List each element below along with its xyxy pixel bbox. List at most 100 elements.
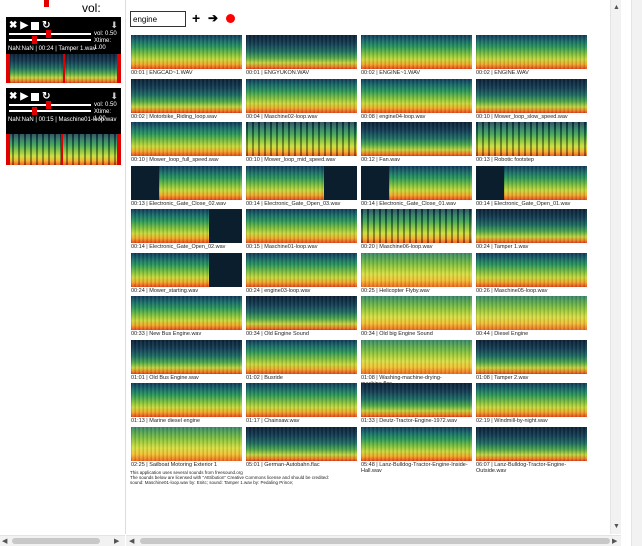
sound-tile[interactable]: 00:14 | Electronic_Gate_Open_03.wav [246,165,357,207]
sound-tile[interactable]: 00:33 | New Bus Engine.wav [131,296,242,337]
spectrogram-thumbnail[interactable] [476,252,587,287]
close-icon[interactable]: ✖ [9,21,17,31]
speed-track[interactable] [9,110,91,112]
spectrogram-thumbnail[interactable] [361,165,472,200]
sound-tile[interactable]: 00:14 | Electronic_Gate_Close_01.wav [361,165,472,207]
speed-track[interactable] [9,39,91,41]
spectrogram-thumbnail[interactable] [361,339,472,374]
download-icon[interactable]: ⬇ [110,20,118,31]
range-end-marker[interactable] [117,134,121,165]
sound-tile[interactable]: 00:10 | Mower_loop_full_speed.wav [131,122,242,163]
scrollbar-thumb[interactable] [12,538,100,544]
playhead[interactable] [61,134,63,165]
volume-knob[interactable] [46,101,51,109]
sound-tile[interactable]: 00:26 | Maschine05-loop.wav [476,252,587,294]
sound-tile[interactable]: 00:13 | Electronic_Gate_Close_02.wav [131,165,242,207]
sound-tile[interactable]: 00:01 | ENGCAD~1.WAV [131,35,242,76]
spectrogram-thumbnail[interactable] [361,78,472,113]
sound-tile[interactable]: 01:08 | Washing-machine-drying-machine.f… [361,339,472,387]
spectrogram-thumbnail[interactable] [361,383,472,417]
sound-tile[interactable]: 00:24 | engine03-loop.wav [246,252,357,294]
spectrogram-thumbnail[interactable] [361,209,472,243]
sound-tile[interactable]: 01:08 | Tamper 2.wav [476,339,587,381]
spectrogram-thumbnail[interactable] [246,78,357,113]
play-icon[interactable]: ▶ [20,92,28,102]
sound-tile[interactable]: 00:04 | Maschine02-loop.wav [246,78,357,120]
scrollbar-thumb[interactable] [140,538,610,544]
spectrogram-thumbnail[interactable] [476,426,587,461]
spectrogram-thumbnail[interactable] [246,339,357,374]
scroll-up-icon[interactable]: ▲ [613,4,620,11]
sound-tile[interactable]: 01:02 | Busride [246,339,357,381]
spectrogram-thumbnail[interactable] [131,252,242,287]
spectrogram-thumbnail[interactable] [361,252,472,287]
sound-tile[interactable]: 00:24 | Mower_starting.wav [131,252,242,294]
waveform-spectrogram[interactable] [6,134,121,165]
search-input[interactable] [130,11,186,27]
spectrogram-thumbnail[interactable] [361,35,472,69]
sound-tile[interactable]: 01:33 | Deutz-Tractor-Engine-1972.wav [361,383,472,424]
speed-knob[interactable] [32,36,37,44]
sound-tile[interactable]: 02:25 | Sailboat Motoring Exterior 1 [131,426,242,468]
spectrogram-thumbnail[interactable] [131,383,242,417]
spectrogram-thumbnail[interactable] [246,383,357,417]
speed-knob[interactable] [32,107,37,115]
spectrogram-thumbnail[interactable] [131,78,242,113]
sound-tile[interactable]: 02:19 | Windmill-by-night.wav [476,383,587,424]
left-horizontal-scrollbar[interactable]: ◀ ▶ [0,535,125,546]
sound-tile[interactable]: 00:13 | Robotic footstep [476,122,587,163]
spectrogram-thumbnail[interactable] [246,252,357,287]
sound-tile[interactable]: 00:12 | Fan.wav [361,122,472,163]
sound-tile[interactable]: 05:01 | German-Autobahn.flac [246,426,357,468]
spectrogram-thumbnail[interactable] [131,296,242,330]
volume-knob[interactable] [46,30,51,38]
spectrogram-thumbnail[interactable] [246,165,357,200]
spectrogram-thumbnail[interactable] [476,35,587,69]
spectrogram-thumbnail[interactable] [131,122,242,156]
add-button[interactable]: + [192,10,200,26]
range-start-marker[interactable] [6,134,10,165]
spectrogram-thumbnail[interactable] [246,426,357,461]
sound-tile[interactable]: 00:44 | Diesel Engine [476,296,587,337]
main-vertical-scrollbar[interactable]: ▲ ▼ [610,0,621,534]
sound-tile[interactable]: 00:02 | Motorbike_Riding_loop.wav [131,78,242,120]
sound-tile[interactable]: 00:14 | Electronic_Gate_Open_01.wav [476,165,587,207]
spectrogram-thumbnail[interactable] [131,209,242,243]
sound-tile[interactable]: 01:01 | Old Bus Engine.wav [131,339,242,381]
scroll-right-icon[interactable]: ▶ [612,537,617,545]
range-end-marker[interactable] [117,54,121,83]
scroll-left-icon[interactable]: ◀ [2,537,7,545]
spectrogram-thumbnail[interactable] [476,339,587,374]
close-icon[interactable]: ✖ [9,92,17,102]
spectrogram-thumbnail[interactable] [246,209,357,243]
spectrogram-thumbnail[interactable] [476,383,587,417]
spectrogram-thumbnail[interactable] [246,122,357,156]
sound-tile[interactable]: 00:34 | Old Engine Sound [246,296,357,337]
sound-tile[interactable]: 00:02 | ENGINE.WAV [476,35,587,76]
sound-tile[interactable]: 00:20 | Maschine06-loop.wav [361,209,472,250]
spectrogram-thumbnail[interactable] [131,35,242,69]
sound-tile[interactable]: 00:10 | Mower_loop_mid_speed.wav [246,122,357,163]
sound-tile[interactable]: 00:24 | Tamper 1.wav [476,209,587,250]
scroll-down-icon[interactable]: ▼ [613,523,620,530]
scroll-left-icon[interactable]: ◀ [129,537,134,545]
scroll-right-icon[interactable]: ▶ [114,537,119,545]
sound-tile[interactable]: 01:17 | Chainsaw.wav [246,383,357,424]
sound-tile[interactable]: 00:10 | Mower_loop_slow_speed.wav [476,78,587,120]
spectrogram-thumbnail[interactable] [476,122,587,156]
spectrogram-thumbnail[interactable] [361,296,472,330]
sound-tile[interactable]: 00:08 | engine04-loop.wav [361,78,472,120]
stop-icon[interactable] [31,22,40,30]
spectrogram-thumbnail[interactable] [131,426,242,461]
spectrogram-thumbnail[interactable] [361,426,472,461]
play-icon[interactable]: ▶ [20,21,28,31]
spectrogram-thumbnail[interactable] [476,209,587,243]
range-start-marker[interactable] [6,54,10,83]
sound-tile[interactable]: 00:01 | ENGYUKON.WAV [246,35,357,76]
download-icon[interactable]: ⬇ [110,91,118,102]
main-horizontal-scrollbar[interactable]: ◀ ▶ [126,535,621,546]
sound-tile[interactable]: 00:14 | Electronic_Gate_Open_02.wav [131,209,242,250]
page-vertical-scrollbar[interactable] [631,0,642,546]
spectrogram-thumbnail[interactable] [131,339,242,374]
sound-tile[interactable]: 01:13 | Marine diesel engine [131,383,242,424]
